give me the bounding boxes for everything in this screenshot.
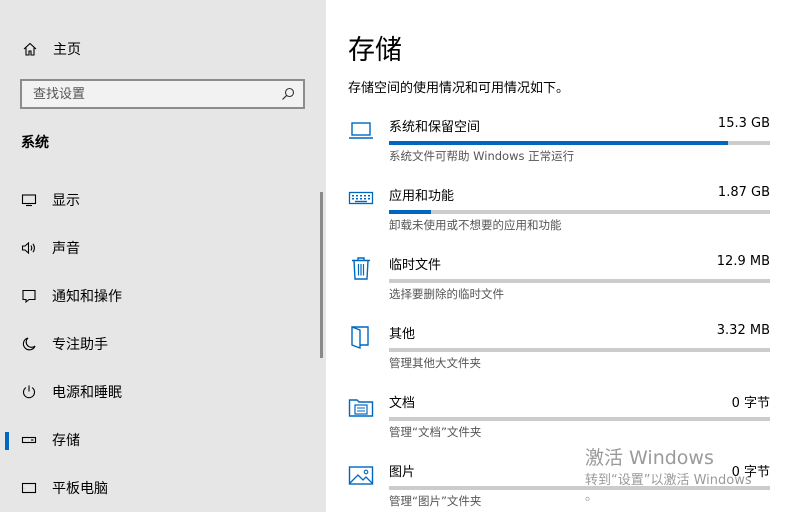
storage-item-other[interactable]: 其他 3.32 MB 管理其他大文件夹 [326, 313, 789, 382]
keyboard-icon [348, 185, 374, 213]
trash-icon [348, 254, 374, 282]
storage-usage-fill [389, 210, 431, 214]
storage-item-pictures[interactable]: 图片 0 字节 管理“图片”文件夹 [326, 451, 789, 520]
storage-usage-bar [389, 141, 770, 145]
sidebar-item-notifications[interactable]: 通知和操作 [0, 272, 322, 320]
sidebar-item-label: 存储 [52, 433, 80, 449]
sidebar-item-label: 电源和睡眠 [52, 385, 122, 401]
storage-item-size: 3.32 MB [716, 323, 770, 338]
sidebar-item-tablet[interactable]: 平板电脑 [0, 464, 322, 512]
storage-drive-icon [21, 432, 37, 448]
sidebar-item-label: 平板电脑 [52, 481, 108, 497]
storage-usage-bar [389, 210, 770, 214]
main-content: 存储 存储空间的使用情况和可用情况如下。 系统和保留空间 15.3 GB 系统文… [326, 0, 789, 512]
power-icon [21, 384, 37, 400]
pictures-icon [348, 461, 374, 489]
sidebar-scrollbar[interactable] [320, 192, 323, 358]
tablet-icon [21, 480, 37, 496]
storage-item-size: 1.87 GB [717, 185, 770, 200]
storage-item-size: 0 字节 [731, 465, 770, 480]
storage-usage-bar [389, 279, 770, 283]
storage-item-name: 图片 [389, 465, 416, 480]
storage-list: 系统和保留空间 15.3 GB 系统文件可帮助 Windows 正常运行 应用和… [326, 106, 789, 520]
sidebar-item-focus-assist[interactable]: 专注助手 [0, 320, 322, 368]
home-icon [22, 41, 38, 57]
sidebar-item-storage[interactable]: 存储 [0, 416, 322, 464]
storage-item-system-reserved[interactable]: 系统和保留空间 15.3 GB 系统文件可帮助 Windows 正常运行 [326, 106, 789, 175]
search-icon[interactable] [281, 87, 295, 101]
display-icon [21, 192, 37, 208]
sidebar-item-label: 通知和操作 [52, 289, 122, 305]
sidebar-item-label: 显示 [52, 193, 80, 209]
nav-list: 显示 声音 通知和操作 专注助手 电源和睡眠 存储 平板电脑 [0, 176, 322, 512]
storage-item-size: 12.9 MB [716, 254, 770, 269]
storage-item-description: 系统文件可帮助 Windows 正常运行 [389, 149, 575, 163]
sidebar-item-label: 声音 [52, 241, 80, 257]
sidebar-item-power-sleep[interactable]: 电源和睡眠 [0, 368, 322, 416]
storage-usage-bar [389, 417, 770, 421]
sidebar-item-label: 专注助手 [52, 337, 108, 353]
storage-item-size: 15.3 GB [717, 116, 770, 131]
page-description: 存储空间的使用情况和可用情况如下。 [348, 81, 570, 96]
folder-open-icon [348, 323, 374, 351]
laptop-icon [348, 116, 374, 144]
moon-icon [21, 336, 37, 352]
page-title: 存储 [348, 35, 402, 66]
storage-item-description: 卸载未使用或不想要的应用和功能 [389, 218, 562, 232]
storage-item-name: 文档 [389, 396, 416, 411]
storage-item-description: 选择要删除的临时文件 [389, 287, 504, 301]
sidebar-item-display[interactable]: 显示 [0, 176, 322, 224]
notification-icon [21, 288, 37, 304]
storage-item-size: 0 字节 [731, 396, 770, 411]
storage-item-documents[interactable]: 文档 0 字节 管理“文档”文件夹 [326, 382, 789, 451]
storage-item-name: 其他 [389, 327, 416, 342]
storage-item-name: 应用和功能 [389, 189, 455, 204]
search-box[interactable] [20, 79, 305, 109]
nav-home[interactable]: 主页 [22, 38, 81, 60]
section-title: 系统 [21, 135, 49, 151]
storage-usage-fill [389, 141, 729, 145]
storage-item-name: 系统和保留空间 [389, 120, 481, 135]
documents-folder-icon [348, 392, 374, 420]
storage-item-description: 管理“图片”文件夹 [389, 494, 482, 508]
storage-item-description: 管理“文档”文件夹 [389, 425, 482, 439]
storage-item-apps-features[interactable]: 应用和功能 1.87 GB 卸载未使用或不想要的应用和功能 [326, 175, 789, 244]
home-label: 主页 [53, 42, 81, 58]
sidebar: 主页 系统 显示 声音 通知和操作 [0, 0, 326, 512]
sidebar-item-sound[interactable]: 声音 [0, 224, 322, 272]
search-input[interactable] [33, 86, 253, 102]
storage-item-name: 临时文件 [389, 258, 442, 273]
storage-usage-bar [389, 348, 770, 352]
storage-usage-bar [389, 486, 770, 490]
storage-item-temp-files[interactable]: 临时文件 12.9 MB 选择要删除的临时文件 [326, 244, 789, 313]
storage-item-description: 管理其他大文件夹 [389, 356, 481, 370]
speaker-icon [21, 240, 37, 256]
